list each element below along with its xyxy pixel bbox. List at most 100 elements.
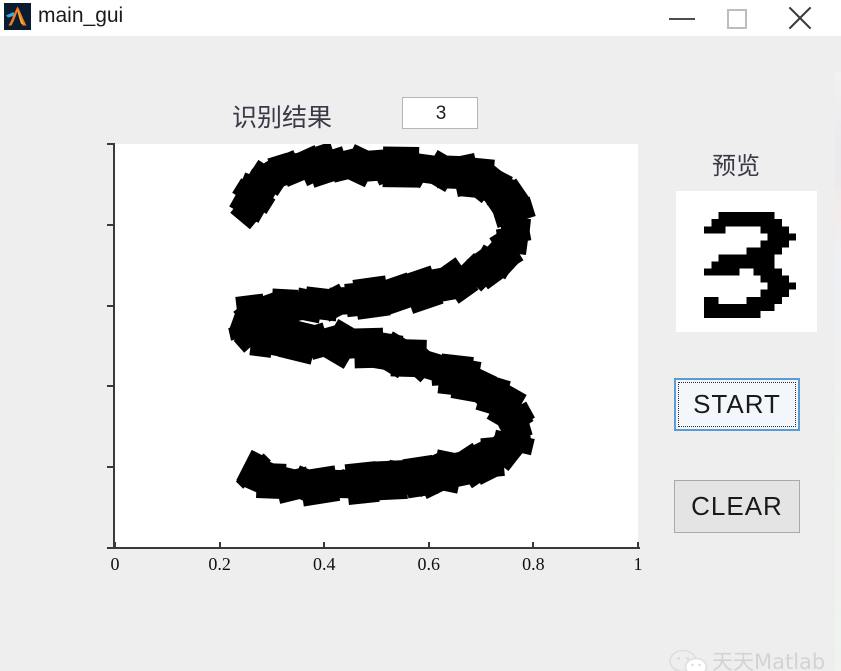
preview-pixel	[739, 212, 747, 220]
y-tick-mark	[107, 143, 114, 145]
preview-pixel	[732, 254, 740, 262]
preview-pixel	[767, 219, 775, 227]
preview-pixel	[718, 219, 726, 227]
minimize-button[interactable]	[655, 0, 711, 36]
stroke-segment	[344, 281, 375, 318]
y-axis-line	[113, 143, 115, 549]
preview-pixel	[767, 261, 775, 269]
preview-pixel	[767, 247, 775, 255]
preview-pixel	[760, 247, 768, 255]
preview-pixel	[739, 219, 747, 227]
preview-pixel	[711, 303, 719, 311]
preview-pixel	[760, 296, 768, 304]
maximize-button[interactable]	[711, 0, 767, 36]
preview-pixel	[725, 219, 733, 227]
preview-pixel	[774, 247, 782, 255]
x-tick-label: 0.4	[312, 554, 336, 574]
preview-pixel	[760, 289, 768, 297]
preview-pixel	[746, 212, 754, 220]
stroke-segment	[344, 461, 380, 506]
preview-pixel	[725, 212, 733, 220]
preview-pixel	[704, 303, 712, 311]
preview-pixel	[774, 268, 782, 276]
preview-pixel	[774, 282, 782, 290]
stroke-segment	[402, 454, 439, 499]
preview-pixel	[767, 268, 775, 276]
preview-pixel	[767, 226, 775, 234]
preview-pixel	[781, 275, 789, 283]
preview-pixel	[718, 261, 726, 269]
preview-pixel	[718, 310, 726, 318]
preview-pixel	[774, 240, 782, 248]
x-axis-line	[113, 547, 640, 549]
x-tick-mark	[427, 542, 430, 549]
preview-pixel	[760, 212, 768, 220]
preview-pixel	[746, 303, 754, 311]
preview-pixel	[739, 303, 747, 311]
preview-pixel	[767, 233, 775, 241]
preview-pixel	[725, 303, 733, 311]
preview-pixel	[760, 303, 768, 311]
preview-label: 预览	[712, 152, 760, 180]
preview-pixel	[767, 296, 775, 304]
preview-pixel	[725, 254, 733, 262]
watermark-text: 天天Matlab	[712, 650, 826, 671]
page-edge-artifact	[835, 72, 841, 671]
preview-pixel	[711, 310, 719, 318]
client-area: 识别结果 3 00.20.40.60.81 00.20.40.60.81 预览 …	[0, 36, 841, 671]
preview-pixel	[753, 219, 761, 227]
preview-pixel	[788, 282, 796, 290]
preview-pixel	[767, 275, 775, 283]
preview-pixel	[725, 261, 733, 269]
preview-pixel	[732, 310, 740, 318]
preview-pixel	[753, 247, 761, 255]
preview-pixel	[760, 261, 768, 269]
preview-pixel	[774, 275, 782, 283]
y-tick-mark	[107, 547, 114, 549]
preview-pixel	[774, 219, 782, 227]
preview-pixel	[774, 296, 782, 304]
preview-pixel	[753, 296, 761, 304]
preview-pixel	[718, 303, 726, 311]
x-tick-mark	[323, 542, 326, 549]
preview-pixel	[746, 247, 754, 255]
close-button[interactable]	[773, 0, 829, 36]
preview-pixel	[725, 310, 733, 318]
drawing-canvas[interactable]	[115, 141, 638, 548]
preview-pixel	[767, 212, 775, 220]
preview-pixel	[732, 268, 740, 276]
preview-pixel	[718, 254, 726, 262]
preview-digit-bitmap	[704, 212, 796, 318]
preview-pixel	[746, 254, 754, 262]
watermark: 天天Matlab @51CTO博客	[668, 642, 838, 671]
preview-pixel	[774, 289, 782, 297]
preview-pixel	[739, 254, 747, 262]
preview-pixel	[746, 219, 754, 227]
preview-pixel	[760, 275, 768, 283]
stroke-segment	[375, 460, 408, 501]
preview-pixel	[753, 268, 761, 276]
preview-pixel	[718, 212, 726, 220]
clear-button[interactable]: CLEAR	[674, 480, 800, 533]
preview-pixel	[746, 261, 754, 269]
preview-image-panel	[676, 191, 817, 332]
preview-pixel	[781, 233, 789, 241]
y-tick-mark	[107, 466, 114, 469]
preview-pixel	[788, 233, 796, 241]
preview-pixel	[767, 254, 775, 262]
preview-pixel	[760, 240, 768, 248]
preview-pixel	[711, 226, 719, 234]
window-title: main_gui	[38, 4, 124, 27]
preview-pixel	[781, 289, 789, 297]
start-button[interactable]: START	[674, 378, 800, 431]
x-tick-label: 0.2	[208, 554, 231, 574]
x-tick-mark	[637, 542, 639, 549]
preview-pixel	[767, 240, 775, 248]
x-tick-label: 0	[110, 554, 120, 574]
drawing-axes[interactable]: 00.20.40.60.81 00.20.40.60.81	[0, 36, 660, 596]
preview-pixel	[781, 240, 789, 248]
preview-pixel	[760, 254, 768, 262]
preview-pixel	[704, 226, 712, 234]
preview-pixel	[774, 226, 782, 234]
preview-pixel	[732, 212, 740, 220]
